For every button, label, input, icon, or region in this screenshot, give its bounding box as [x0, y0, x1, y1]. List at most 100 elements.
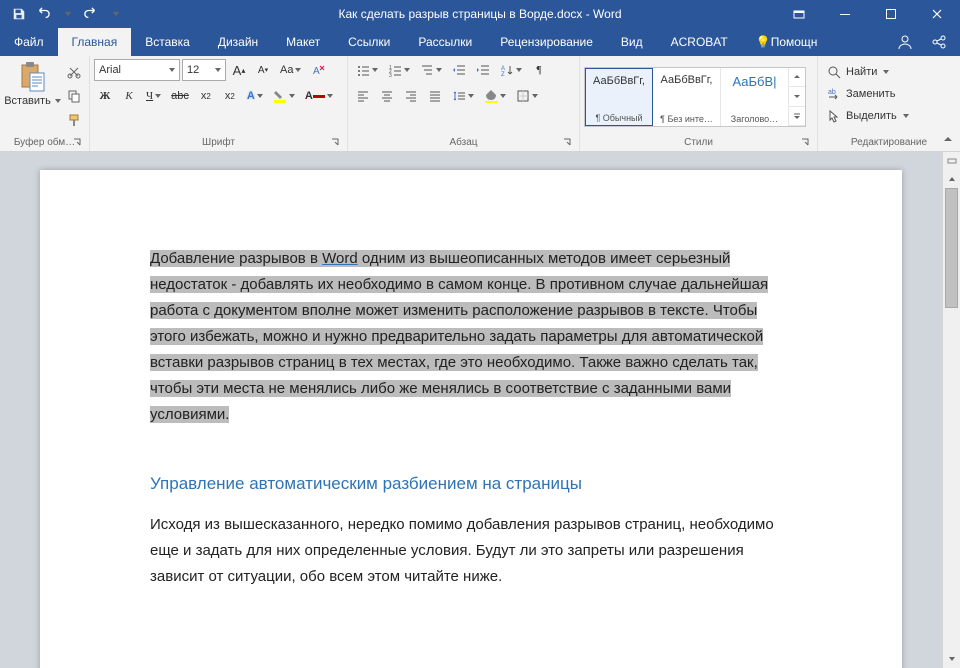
ribbon-display-icon[interactable] — [776, 0, 822, 28]
align-right-button[interactable] — [400, 85, 422, 107]
maximize-icon[interactable] — [868, 0, 914, 28]
shading-button[interactable] — [480, 85, 510, 107]
font-color-button[interactable]: A — [301, 85, 337, 107]
group-styles: АаБбВвГг, ¶ Обычный АаБбВвГг, ¶ Без инте… — [580, 56, 818, 151]
select-button[interactable]: Выделить — [822, 105, 913, 127]
multilevel-list-button[interactable] — [416, 59, 446, 81]
styles-launcher[interactable] — [799, 136, 811, 148]
tell-me-label: Помощн — [771, 35, 818, 49]
paragraph-launcher[interactable] — [561, 136, 573, 148]
highlight-button[interactable] — [269, 85, 299, 107]
tab-view[interactable]: Вид — [607, 28, 657, 56]
word-link[interactable]: Word — [322, 250, 358, 267]
body-paragraph[interactable]: Исходя из вышесказанного, нередко помимо… — [150, 512, 792, 590]
document-area: Добавление разрывов в Word одним из выше… — [0, 152, 960, 668]
paste-label: Вставить — [4, 95, 51, 107]
svg-text:Z: Z — [501, 72, 505, 77]
shrink-font-button[interactable]: A▾ — [252, 59, 274, 81]
group-label-font: Шрифт — [94, 135, 343, 151]
line-spacing-button[interactable] — [448, 85, 478, 107]
undo-dropdown[interactable] — [56, 3, 78, 25]
share-icon[interactable] — [924, 28, 954, 56]
redo-icon[interactable] — [80, 3, 102, 25]
save-icon[interactable] — [8, 3, 30, 25]
minimize-icon[interactable] — [822, 0, 868, 28]
scroll-down-icon[interactable] — [943, 650, 960, 668]
tab-design[interactable]: Дизайн — [204, 28, 272, 56]
increase-indent-button[interactable] — [472, 59, 494, 81]
align-left-button[interactable] — [352, 85, 374, 107]
tab-layout[interactable]: Макет — [272, 28, 334, 56]
tab-references[interactable]: Ссылки — [334, 28, 404, 56]
tab-file[interactable]: Файл — [0, 28, 58, 56]
font-name-combo[interactable]: Arial — [94, 59, 180, 81]
justify-button[interactable] — [424, 85, 446, 107]
bold-button[interactable]: Ж — [94, 85, 116, 107]
change-case-button[interactable]: Aa — [276, 59, 305, 81]
sign-in-icon[interactable] — [890, 28, 920, 56]
underline-button[interactable]: Ч — [142, 85, 165, 107]
gallery-more-icon[interactable] — [789, 107, 805, 126]
scroll-track[interactable] — [943, 188, 960, 650]
style-no-spacing[interactable]: АаБбВвГг, ¶ Без инте… — [653, 68, 721, 126]
styles-gallery-scroll — [789, 68, 805, 126]
style-heading1[interactable]: АаБбВ| Заголово… — [721, 68, 789, 126]
tab-mailings[interactable]: Рассылки — [404, 28, 486, 56]
heading-auto-pagination[interactable]: Управление автоматическим разбиением на … — [150, 474, 792, 494]
show-marks-button[interactable]: ¶ — [528, 59, 550, 81]
decrease-indent-button[interactable] — [448, 59, 470, 81]
svg-text:3: 3 — [389, 73, 392, 77]
style-normal[interactable]: АаБбВвГг, ¶ Обычный — [585, 68, 653, 126]
bullets-button[interactable] — [352, 59, 382, 81]
undo-icon[interactable] — [32, 3, 54, 25]
tab-insert[interactable]: Вставка — [131, 28, 204, 56]
copy-button[interactable] — [63, 85, 85, 107]
page[interactable]: Добавление разрывов в Word одним из выше… — [40, 170, 902, 668]
group-label-editing: Редактирование — [822, 135, 956, 151]
gallery-down-icon[interactable] — [789, 87, 805, 106]
find-icon — [826, 64, 842, 80]
title-bar: Как сделать разрыв страницы в Ворде.docx… — [0, 0, 960, 28]
ribbon: Вставить Буфер обм… Arial 12 A▴ A▾ Aa A — [0, 56, 960, 152]
find-button[interactable]: Найти — [822, 61, 913, 83]
paste-button[interactable]: Вставить — [4, 59, 61, 109]
tab-tell-me[interactable]: 💡 Помощн — [742, 28, 832, 56]
borders-button[interactable] — [512, 85, 542, 107]
group-clipboard: Вставить Буфер обм… — [0, 56, 90, 151]
qat-customize-dropdown[interactable] — [104, 3, 126, 25]
sort-button[interactable]: AZ — [496, 59, 526, 81]
tab-review[interactable]: Рецензирование — [486, 28, 607, 56]
font-launcher[interactable] — [329, 136, 341, 148]
quick-access-toolbar — [0, 3, 126, 25]
styles-gallery: АаБбВвГг, ¶ Обычный АаБбВвГг, ¶ Без инте… — [584, 67, 806, 127]
cut-button[interactable] — [63, 61, 85, 83]
paste-icon — [17, 61, 49, 93]
document-scroll[interactable]: Добавление разрывов в Word одним из выше… — [0, 152, 942, 668]
close-icon[interactable] — [914, 0, 960, 28]
tab-acrobat[interactable]: ACROBAT — [657, 28, 742, 56]
scroll-thumb[interactable] — [945, 188, 958, 308]
align-center-button[interactable] — [376, 85, 398, 107]
italic-button[interactable]: К — [118, 85, 140, 107]
scroll-up-icon[interactable] — [943, 170, 960, 188]
selected-paragraph[interactable]: Добавление разрывов в Word одним из выше… — [150, 246, 792, 428]
replace-button[interactable]: ab Заменить — [822, 83, 913, 105]
numbering-button[interactable]: 123 — [384, 59, 414, 81]
tab-home[interactable]: Главная — [58, 28, 132, 56]
gallery-up-icon[interactable] — [789, 68, 805, 87]
select-icon — [826, 108, 842, 124]
grow-font-button[interactable]: A▴ — [228, 59, 250, 81]
subscript-button[interactable]: x2 — [195, 85, 217, 107]
collapse-ribbon-icon[interactable] — [940, 131, 956, 147]
group-paragraph: 123 AZ ¶ Абзац — [348, 56, 580, 151]
ruler-toggle-icon[interactable] — [943, 152, 960, 170]
clipboard-launcher[interactable] — [71, 136, 83, 148]
format-painter-button[interactable] — [63, 109, 85, 131]
text-effects-button[interactable]: A — [243, 85, 267, 107]
group-editing: Найти ab Заменить Выделить Редактировани… — [818, 56, 960, 151]
strikethrough-button[interactable]: abc — [167, 85, 193, 107]
clear-formatting-button[interactable]: A — [307, 59, 329, 81]
vertical-scrollbar — [942, 152, 960, 668]
superscript-button[interactable]: x2 — [219, 85, 241, 107]
font-size-combo[interactable]: 12 — [182, 59, 226, 81]
